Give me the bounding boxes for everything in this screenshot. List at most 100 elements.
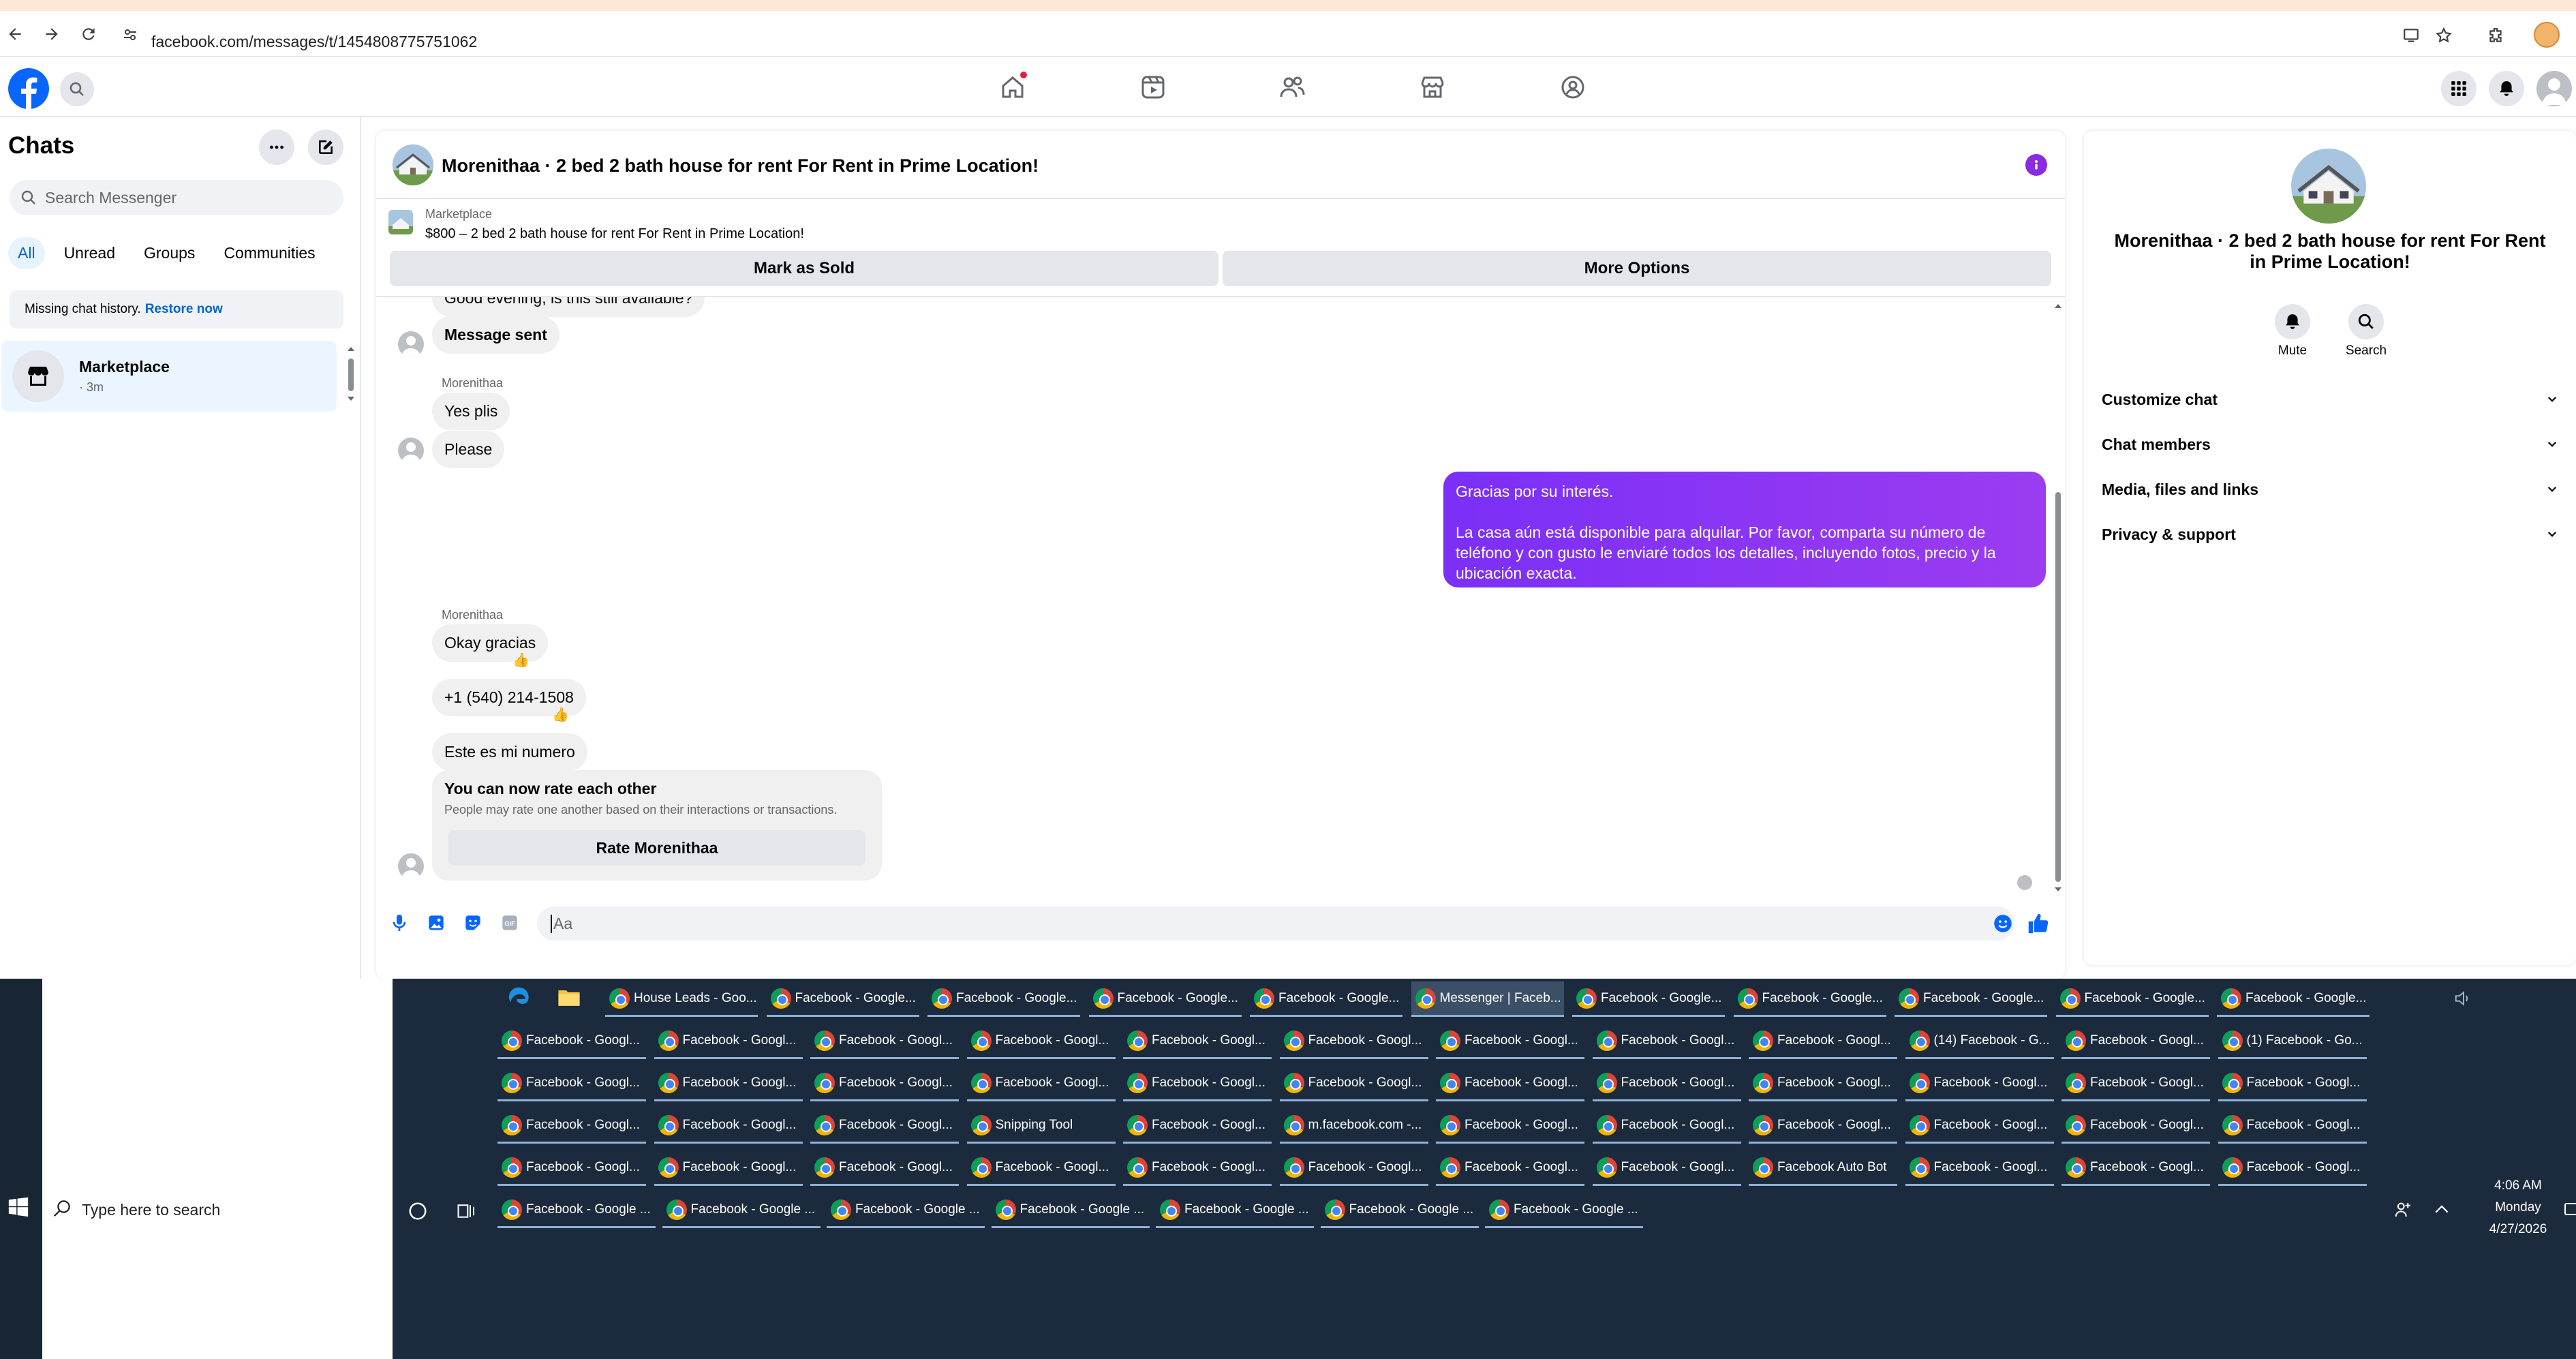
edge-icon[interactable]	[507, 986, 530, 1009]
extensions-icon[interactable]	[2483, 23, 2508, 48]
taskbar-window-button[interactable]: Facebook - Googl...	[1592, 1108, 1741, 1144]
profile-avatar[interactable]	[2534, 22, 2560, 48]
home-icon[interactable]	[996, 71, 1029, 104]
tab-groups[interactable]: Groups	[134, 237, 204, 269]
taskbar-window-button[interactable]: Facebook - Googl...	[1749, 1108, 1897, 1144]
sidebar-scrollbar[interactable]	[346, 345, 356, 403]
file-explorer-icon[interactable]	[557, 987, 581, 1007]
volume-icon[interactable]	[2453, 988, 2474, 1009]
taskbar-window-button[interactable]: Facebook - Googl...	[1436, 1150, 1584, 1186]
taskbar-window-button[interactable]: (14) Facebook - G...	[1905, 1024, 2054, 1059]
taskbar-window-button[interactable]: Facebook Auto Bot	[1749, 1150, 1897, 1186]
section-chat-members[interactable]: Chat members	[2102, 425, 2558, 463]
rate-button[interactable]: Rate Morenithaa	[448, 830, 865, 866]
taskbar-window-button[interactable]: Facebook - Googl...	[966, 1066, 1116, 1101]
groups-icon[interactable]	[1557, 71, 1589, 104]
taskbar-window-button[interactable]: Facebook - Googl...	[2218, 1108, 2367, 1144]
chevron-up-icon[interactable]	[2432, 1200, 2452, 1220]
taskbar-search[interactable]: Type here to search	[42, 979, 393, 1359]
taskbar-window-button[interactable]: Facebook - Google...	[2217, 981, 2370, 1017]
account-avatar[interactable]	[2536, 71, 2572, 106]
taskbar-window-button[interactable]: Facebook - Googl...	[1436, 1024, 1584, 1059]
forward-icon[interactable]	[38, 20, 65, 48]
gif-icon[interactable]: GIF	[499, 912, 521, 934]
taskbar-window-button[interactable]: Facebook - Google...	[1733, 981, 1886, 1017]
search-conversation-icon[interactable]	[2348, 304, 2384, 339]
photo-icon[interactable]	[425, 912, 447, 934]
taskbar-window-button[interactable]: Facebook - Google...	[927, 981, 1080, 1017]
people-icon[interactable]	[2393, 1200, 2414, 1220]
taskbar-window-button[interactable]: Facebook - Google...	[2055, 981, 2209, 1017]
taskbar-window-button[interactable]: Facebook - Googl...	[654, 1150, 803, 1186]
taskbar-window-button[interactable]: Facebook - Googl...	[966, 1024, 1116, 1059]
messages-scrollbar[interactable]	[2053, 300, 2064, 896]
taskbar-window-button[interactable]: Messenger | Faceb...	[1411, 981, 1564, 1017]
taskbar-window-button[interactable]: Facebook - Googl...	[1123, 1024, 1272, 1059]
taskbar-window-button[interactable]: Facebook - Googl...	[1436, 1066, 1584, 1101]
taskbar-window-button[interactable]: Facebook - Googl...	[2218, 1066, 2367, 1101]
message-input[interactable]: Aa	[537, 906, 2014, 941]
restore-now-link[interactable]: Restore now	[145, 302, 223, 317]
taskbar-window-button[interactable]: Facebook - Googl...	[2061, 1150, 2210, 1186]
taskbar-window-button[interactable]: Facebook - Googl...	[810, 1150, 959, 1186]
chat-avatar[interactable]	[393, 144, 433, 185]
taskbar-window-button[interactable]: Facebook - Googl...	[2218, 1150, 2367, 1186]
back-icon[interactable]	[1, 20, 29, 48]
taskbar-window-button[interactable]: Facebook - Googl...	[1592, 1066, 1741, 1101]
mute-bell-icon[interactable]	[2275, 304, 2310, 339]
taskbar-window-button[interactable]: Facebook - Googl...	[1592, 1150, 1741, 1186]
listing-detail[interactable]: $800 – 2 bed 2 bath house for rent For R…	[425, 226, 804, 242]
windows-start-icon[interactable]	[7, 1195, 30, 1219]
chat-item-marketplace[interactable]: Marketplace · 3m	[1, 341, 337, 412]
taskbar-window-button[interactable]: Facebook - Googl...	[654, 1108, 803, 1144]
listing-avatar[interactable]	[2291, 149, 2366, 224]
taskbar-window-button[interactable]: (1) Facebook - Go...	[2218, 1024, 2367, 1059]
info-icon[interactable]	[2025, 154, 2047, 176]
taskbar-window-button[interactable]: Facebook - Googl...	[497, 1024, 646, 1059]
cortana-icon[interactable]	[408, 1201, 428, 1221]
tab-unread[interactable]: Unread	[55, 237, 125, 269]
taskbar-window-button[interactable]: Facebook - Google...	[1250, 981, 1402, 1017]
marketplace-icon[interactable]	[1416, 71, 1449, 104]
emoji-icon[interactable]	[1991, 912, 2014, 935]
taskbar-window-button[interactable]: Facebook - Googl...	[1905, 1150, 2054, 1186]
taskbar-window-button[interactable]: Facebook - Google ...	[827, 1193, 985, 1228]
taskbar-window-button[interactable]: Facebook - Google...	[1895, 981, 2047, 1017]
thumbs-up-reaction-icon[interactable]: 👍	[552, 706, 569, 723]
reload-icon[interactable]	[75, 20, 102, 48]
search-messenger-input[interactable]: Search Messenger	[10, 180, 343, 215]
taskbar-window-button[interactable]: Facebook - Google ...	[991, 1193, 1150, 1228]
site-info-icon[interactable]	[120, 25, 140, 45]
taskbar-window-button[interactable]: Facebook - Googl...	[1749, 1066, 1897, 1101]
taskbar-window-button[interactable]: Facebook - Googl...	[810, 1066, 959, 1101]
install-app-icon[interactable]	[2399, 23, 2423, 48]
taskbar-clock[interactable]: 4:06 AM Monday 4/27/2026	[2467, 1175, 2569, 1240]
taskbar-window-button[interactable]: Facebook - Google...	[1088, 981, 1242, 1017]
taskbar-window-button[interactable]: Facebook - Google ...	[497, 1193, 656, 1228]
section-customize-chat[interactable]: Customize chat	[2102, 380, 2558, 418]
more-options-icon[interactable]	[259, 129, 294, 165]
taskbar-window-button[interactable]: Facebook - Googl...	[810, 1108, 959, 1144]
chat-title[interactable]: Morenithaa · 2 bed 2 bath house for rent…	[442, 155, 1039, 177]
search-icon[interactable]	[60, 72, 94, 106]
taskbar-window-button[interactable]: Facebook - Googl...	[1279, 1150, 1428, 1186]
listing-thumbnail[interactable]	[388, 210, 413, 234]
taskbar-window-button[interactable]: Facebook - Googl...	[1123, 1150, 1272, 1186]
menu-grid-icon[interactable]	[2441, 71, 2477, 106]
address-bar[interactable]: facebook.com/messages/t/1454808775751062	[151, 33, 477, 51]
more-options-button[interactable]: More Options	[1223, 251, 2051, 286]
taskbar-window-button[interactable]: Facebook - Googl...	[966, 1150, 1116, 1186]
taskbar-window-button[interactable]: Facebook - Googl...	[2061, 1066, 2210, 1101]
taskbar-window-button[interactable]: Facebook - Google...	[1572, 981, 1725, 1017]
taskbar-window-button[interactable]: Facebook - Googl...	[1123, 1066, 1272, 1101]
video-icon[interactable]	[1137, 71, 1169, 104]
taskbar-window-button[interactable]: Facebook - Googl...	[497, 1066, 646, 1101]
taskbar-window-button[interactable]: Facebook - Google ...	[1156, 1193, 1314, 1228]
taskbar-window-button[interactable]: Facebook - Googl...	[1905, 1066, 2054, 1101]
bookmark-star-icon[interactable]	[2432, 23, 2456, 48]
taskbar-window-button[interactable]: Facebook - Googl...	[1123, 1108, 1272, 1144]
mark-as-sold-button[interactable]: Mark as Sold	[390, 251, 1218, 286]
taskbar-window-button[interactable]: House Leads - Goo...	[605, 981, 758, 1017]
taskbar-window-button[interactable]: Snipping Tool	[966, 1108, 1116, 1144]
taskbar-window-button[interactable]: Facebook - Googl...	[497, 1150, 646, 1186]
